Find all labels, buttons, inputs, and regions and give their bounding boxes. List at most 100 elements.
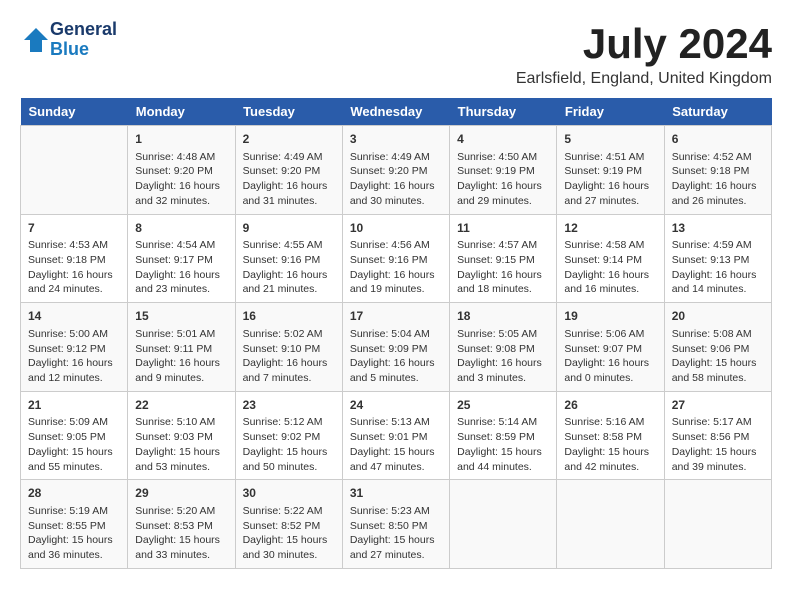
day-number: 18 [457,308,549,325]
day-number: 16 [243,308,335,325]
day-number: 24 [350,397,442,414]
page-header: General Blue July 2024 Earlsfield, Engla… [20,20,772,88]
days-header-row: SundayMondayTuesdayWednesdayThursdayFrid… [21,98,772,126]
day-number: 28 [28,485,120,502]
day-number: 30 [243,485,335,502]
day-info: Sunrise: 4:56 AM Sunset: 9:16 PM Dayligh… [350,238,442,297]
day-info: Sunrise: 5:23 AM Sunset: 8:50 PM Dayligh… [350,504,442,563]
day-number: 20 [672,308,764,325]
day-number: 11 [457,220,549,237]
calendar-cell: 5 Sunrise: 4:51 AM Sunset: 9:19 PM Daylig… [557,126,664,215]
calendar-cell: 23Sunrise: 5:12 AM Sunset: 9:02 PM Dayli… [235,391,342,480]
day-header-wednesday: Wednesday [342,98,449,126]
calendar-cell [450,480,557,569]
week-row-5: 28 Sunrise: 5:19 AM Sunset: 8:55 PM Dayli… [21,480,772,569]
location: Earlsfield, England, United Kingdom [516,70,772,88]
day-number: 10 [350,220,442,237]
day-number: 23 [243,397,335,414]
calendar-cell: 17 Sunrise: 5:04 AM Sunset: 9:09 PM Dayli… [342,303,449,392]
day-info: Sunrise: 4:53 AM Sunset: 9:18 PM Dayligh… [28,238,120,297]
day-number: 8 [135,220,227,237]
day-number: 26 [564,397,656,414]
day-info: Sunrise: 5:06 AM Sunset: 9:07 PM Dayligh… [564,327,656,386]
calendar-cell: 18 Sunrise: 5:05 AM Sunset: 9:08 PM Dayli… [450,303,557,392]
calendar-cell: 12Sunrise: 4:58 AM Sunset: 9:14 PM Dayli… [557,214,664,303]
day-info: Sunrise: 5:00 AM Sunset: 9:12 PM Dayligh… [28,327,120,386]
day-header-sunday: Sunday [21,98,128,126]
calendar-cell: 21Sunrise: 5:09 AM Sunset: 9:05 PM Dayli… [21,391,128,480]
day-number: 13 [672,220,764,237]
day-number: 21 [28,397,120,414]
day-number: 6 [672,131,764,148]
day-info: Sunrise: 5:19 AM Sunset: 8:55 PM Dayligh… [28,504,120,563]
calendar-cell: 10Sunrise: 4:56 AM Sunset: 9:16 PM Dayli… [342,214,449,303]
day-info: Sunrise: 4:52 AM Sunset: 9:18 PM Dayligh… [672,150,764,209]
day-number: 7 [28,220,120,237]
day-number: 25 [457,397,549,414]
day-number: 1 [135,131,227,148]
week-row-4: 21Sunrise: 5:09 AM Sunset: 9:05 PM Dayli… [21,391,772,480]
calendar-cell: 27Sunrise: 5:17 AM Sunset: 8:56 PM Dayli… [664,391,771,480]
day-header-thursday: Thursday [450,98,557,126]
day-info: Sunrise: 4:49 AM Sunset: 9:20 PM Dayligh… [243,150,335,209]
day-info: Sunrise: 5:16 AM Sunset: 8:58 PM Dayligh… [564,415,656,474]
calendar-cell: 8Sunrise: 4:54 AM Sunset: 9:17 PM Daylig… [128,214,235,303]
day-info: Sunrise: 4:58 AM Sunset: 9:14 PM Dayligh… [564,238,656,297]
day-number: 12 [564,220,656,237]
day-info: Sunrise: 4:55 AM Sunset: 9:16 PM Dayligh… [243,238,335,297]
day-info: Sunrise: 5:12 AM Sunset: 9:02 PM Dayligh… [243,415,335,474]
day-info: Sunrise: 5:17 AM Sunset: 8:56 PM Dayligh… [672,415,764,474]
day-info: Sunrise: 5:20 AM Sunset: 8:53 PM Dayligh… [135,504,227,563]
day-number: 27 [672,397,764,414]
day-number: 9 [243,220,335,237]
day-info: Sunrise: 5:13 AM Sunset: 9:01 PM Dayligh… [350,415,442,474]
logo-text: General Blue [50,20,117,60]
day-info: Sunrise: 5:10 AM Sunset: 9:03 PM Dayligh… [135,415,227,474]
week-row-3: 14 Sunrise: 5:00 AM Sunset: 9:12 PM Dayli… [21,303,772,392]
day-info: Sunrise: 5:04 AM Sunset: 9:09 PM Dayligh… [350,327,442,386]
day-info: Sunrise: 4:59 AM Sunset: 9:13 PM Dayligh… [672,238,764,297]
day-info: Sunrise: 5:01 AM Sunset: 9:11 PM Dayligh… [135,327,227,386]
calendar-cell: 4 Sunrise: 4:50 AM Sunset: 9:19 PM Daylig… [450,126,557,215]
day-header-tuesday: Tuesday [235,98,342,126]
calendar-cell: 11Sunrise: 4:57 AM Sunset: 9:15 PM Dayli… [450,214,557,303]
day-number: 31 [350,485,442,502]
day-number: 17 [350,308,442,325]
calendar-cell: 19 Sunrise: 5:06 AM Sunset: 9:07 PM Dayli… [557,303,664,392]
calendar-cell: 26Sunrise: 5:16 AM Sunset: 8:58 PM Dayli… [557,391,664,480]
day-info: Sunrise: 4:48 AM Sunset: 9:20 PM Dayligh… [135,150,227,209]
day-header-monday: Monday [128,98,235,126]
logo: General Blue [20,20,117,60]
day-number: 5 [564,131,656,148]
day-number: 29 [135,485,227,502]
day-info: Sunrise: 4:57 AM Sunset: 9:15 PM Dayligh… [457,238,549,297]
calendar-cell [21,126,128,215]
calendar-cell: 20 Sunrise: 5:08 AM Sunset: 9:06 PM Dayli… [664,303,771,392]
calendar-cell: 29 Sunrise: 5:20 AM Sunset: 8:53 PM Dayli… [128,480,235,569]
calendar-cell: 13Sunrise: 4:59 AM Sunset: 9:13 PM Dayli… [664,214,771,303]
day-info: Sunrise: 4:50 AM Sunset: 9:19 PM Dayligh… [457,150,549,209]
calendar-cell [664,480,771,569]
day-number: 19 [564,308,656,325]
calendar-cell: 30 Sunrise: 5:22 AM Sunset: 8:52 PM Dayli… [235,480,342,569]
calendar-cell: 2Sunrise: 4:49 AM Sunset: 9:20 PM Daylig… [235,126,342,215]
calendar-cell: 25Sunrise: 5:14 AM Sunset: 8:59 PM Dayli… [450,391,557,480]
calendar-cell: 9Sunrise: 4:55 AM Sunset: 9:16 PM Daylig… [235,214,342,303]
day-info: Sunrise: 5:22 AM Sunset: 8:52 PM Dayligh… [243,504,335,563]
day-number: 4 [457,131,549,148]
day-info: Sunrise: 4:54 AM Sunset: 9:17 PM Dayligh… [135,238,227,297]
calendar-cell: 24Sunrise: 5:13 AM Sunset: 9:01 PM Dayli… [342,391,449,480]
calendar-cell [557,480,664,569]
title-block: July 2024 Earlsfield, England, United Ki… [516,20,772,88]
calendar-cell: 22Sunrise: 5:10 AM Sunset: 9:03 PM Dayli… [128,391,235,480]
day-number: 14 [28,308,120,325]
month-year: July 2024 [516,20,772,68]
day-header-friday: Friday [557,98,664,126]
day-info: Sunrise: 5:08 AM Sunset: 9:06 PM Dayligh… [672,327,764,386]
calendar-cell: 31 Sunrise: 5:23 AM Sunset: 8:50 PM Dayli… [342,480,449,569]
calendar-cell: 16Sunrise: 5:02 AM Sunset: 9:10 PM Dayli… [235,303,342,392]
calendar-cell: 28 Sunrise: 5:19 AM Sunset: 8:55 PM Dayli… [21,480,128,569]
day-info: Sunrise: 5:05 AM Sunset: 9:08 PM Dayligh… [457,327,549,386]
day-info: Sunrise: 5:14 AM Sunset: 8:59 PM Dayligh… [457,415,549,474]
day-info: Sunrise: 4:51 AM Sunset: 9:19 PM Dayligh… [564,150,656,209]
